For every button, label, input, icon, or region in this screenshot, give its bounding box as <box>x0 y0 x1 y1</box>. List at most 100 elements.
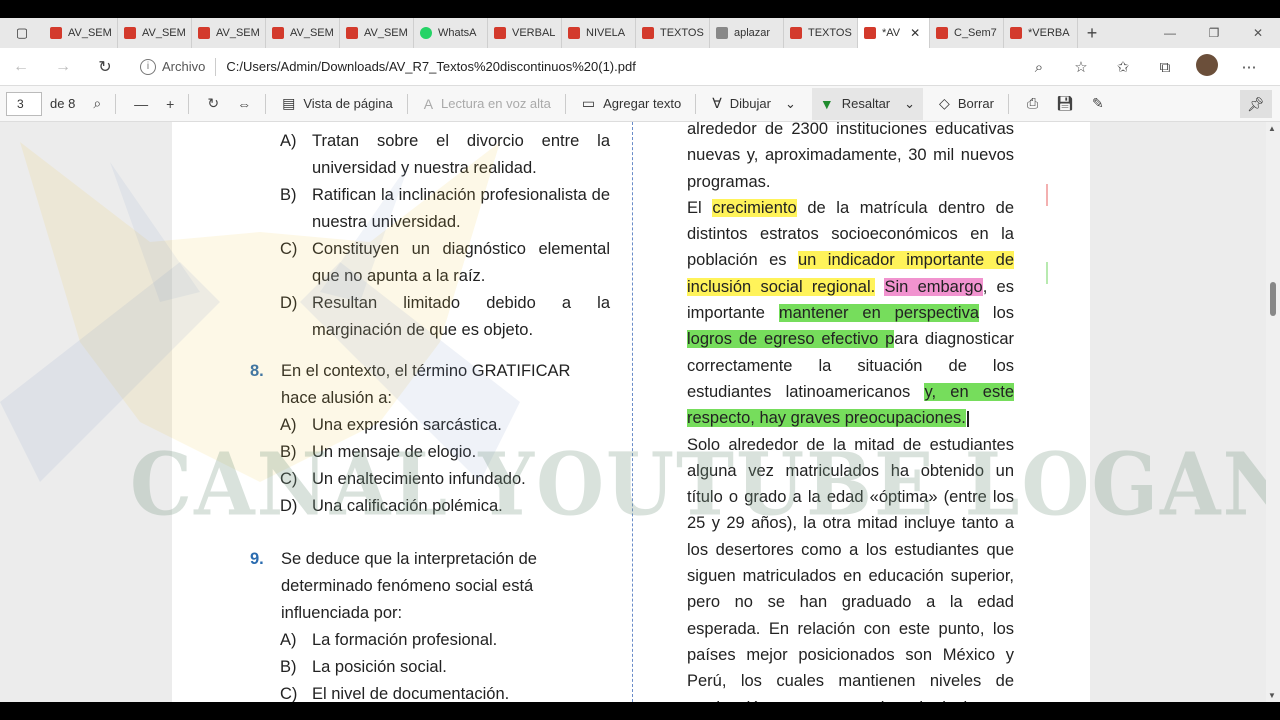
window-controls: — ❐ ✕ <box>1148 18 1280 48</box>
add-favorite-icon[interactable]: ☆ <box>1060 58 1102 76</box>
back-icon[interactable]: ← <box>0 58 42 76</box>
option-key: B) <box>280 443 297 461</box>
option-key: B) <box>280 186 297 204</box>
close-tab-icon[interactable]: ✕ <box>910 26 920 40</box>
tab-label: NIVELA <box>586 27 626 39</box>
chevron-down-icon[interactable]: ⌄ <box>904 96 915 112</box>
print-icon[interactable]: ⎙ <box>1027 95 1038 112</box>
highlight-yellow[interactable]: crecimiento <box>712 198 797 217</box>
browser-tab[interactable]: TEXTOS <box>636 18 710 48</box>
new-tab-button[interactable]: + <box>1078 23 1106 44</box>
tab-label: VERBAL <box>512 27 556 39</box>
option-text: Tratan sobre el divorcio entre la univer… <box>312 132 610 177</box>
tab-label: AV_SEM <box>68 27 112 39</box>
annotation-mark <box>1046 262 1048 284</box>
text-cursor <box>966 410 969 427</box>
page-number-input[interactable]: 3 <box>6 91 42 116</box>
whatsapp-icon <box>420 27 432 39</box>
option-text: La posición social. <box>312 658 447 676</box>
option-key: C) <box>280 470 298 488</box>
browser-tab[interactable]: VERBAL <box>488 18 562 48</box>
highlighted-paragraph: El crecimiento de la matrícula dentro de… <box>687 198 1015 428</box>
address-bar: ← → ↻ i Archivo C:/Users/Admin/Downloads… <box>0 48 1280 86</box>
tab-label: *VERBA <box>1028 27 1070 39</box>
browser-tab[interactable]: AV_SEM <box>340 18 414 48</box>
restore-icon[interactable]: ❐ <box>1192 18 1236 48</box>
toolbar-divider <box>188 93 190 114</box>
toolbar-divider <box>564 93 566 114</box>
pdf-icon <box>494 27 506 39</box>
forward-icon[interactable]: → <box>42 58 84 76</box>
pdf-icon <box>124 27 136 39</box>
browser-tab[interactable]: AV_SEM <box>192 18 266 48</box>
scroll-up-icon[interactable]: ▲ <box>1268 124 1276 133</box>
read-aloud-icon: A <box>423 95 434 112</box>
zoom-icon[interactable]: ⌕ <box>1018 59 1060 76</box>
profile-avatar[interactable] <box>1186 54 1228 80</box>
pin-toolbar-icon[interactable]: 📌︎ <box>1240 89 1272 118</box>
tab-label: WhatsA <box>438 27 477 39</box>
answer-option: B) La posición social. <box>250 654 610 681</box>
pdf-viewport: A) Tratan sobre el divorcio entre la univ… <box>0 122 1280 702</box>
close-window-icon[interactable]: ✕ <box>1236 18 1280 48</box>
draw-button[interactable]: ∀ Dibujar ⌄ <box>712 95 796 112</box>
erase-button[interactable]: ◇ Borrar <box>939 95 994 112</box>
minimize-icon[interactable]: — <box>1148 18 1192 48</box>
pdf-icon <box>346 27 358 39</box>
page-view-button[interactable]: ▤ Vista de página <box>282 95 393 112</box>
scroll-down-icon[interactable]: ▼ <box>1268 691 1276 700</box>
save-as-icon[interactable]: ✎ <box>1092 95 1104 112</box>
browser-tab[interactable]: *VERBA <box>1004 18 1078 48</box>
browser-tab[interactable]: C_Sem7 <box>930 18 1004 48</box>
tab-label: *AV <box>882 27 901 39</box>
answer-option: D) Resultan limitado debido a la marginac… <box>250 290 610 344</box>
search-icon[interactable]: ⌕ <box>93 95 101 112</box>
zoom-in-icon[interactable]: + <box>166 96 174 112</box>
read-aloud-button[interactable]: A Lectura en voz alta <box>424 96 551 112</box>
right-column: alrededor de 2300 instituciones educativ… <box>687 122 1014 702</box>
draw-icon: ∀ <box>712 95 722 111</box>
answer-option: C) Constituyen un diagnóstico elemental q… <box>250 236 610 290</box>
browser-tab[interactable]: AV_SEM <box>266 18 340 48</box>
add-text-icon: ▭ <box>581 95 596 111</box>
browser-tab[interactable]: AV_SEM <box>118 18 192 48</box>
highlight-button[interactable]: ▼ Resaltar ⌄ <box>811 87 924 120</box>
zoom-out-icon[interactable]: — <box>134 96 148 112</box>
pdf-icon <box>936 27 948 39</box>
option-text: Resultan limitado debido a la marginació… <box>312 294 610 339</box>
vertical-scrollbar[interactable]: ▲ ▼ <box>1266 122 1280 702</box>
rotate-icon[interactable]: ↻ <box>207 95 219 112</box>
browser-tab[interactable]: AV_SEM <box>44 18 118 48</box>
browser-tab[interactable]: *AV ✕ <box>858 18 930 48</box>
pdf-icon <box>198 27 210 39</box>
answer-option: C) Un enaltecimiento infundado. <box>250 466 610 493</box>
tab-actions-icon[interactable]: ▢ <box>0 18 44 48</box>
collections-icon[interactable]: ⧉ <box>1144 59 1186 76</box>
toolbar-divider <box>695 93 697 114</box>
add-text-button[interactable]: ▭ Agregar texto <box>582 95 681 112</box>
reload-icon[interactable]: ↻ <box>84 57 126 77</box>
favorites-icon[interactable]: ✩ <box>1102 58 1144 76</box>
scroll-thumb[interactable] <box>1270 282 1276 316</box>
chevron-down-icon[interactable]: ⌄ <box>785 96 796 112</box>
browser-tab[interactable]: WhatsA <box>414 18 488 48</box>
option-text: El nivel de documentación. <box>312 685 510 702</box>
fit-width-icon[interactable]: ⇔ <box>237 96 251 112</box>
pdf-toolbar: 3 de 8 ⌕ — + ↻ ⇔ ▤ Vista de página A Lectu… <box>0 86 1280 122</box>
address-divider <box>215 57 217 76</box>
browser-tab[interactable]: NIVELA <box>562 18 636 48</box>
info-icon[interactable]: i <box>140 58 156 75</box>
option-text: Ratifican la inclinación profesionalista… <box>312 186 610 231</box>
highlight-green[interactable]: mantener en perspectiva <box>778 304 980 323</box>
pdf-icon <box>568 27 580 39</box>
tab-label: aplazar <box>734 27 771 39</box>
highlight-green[interactable]: logros de egreso efectivo p <box>687 330 895 349</box>
page-total: de 8 <box>50 96 76 111</box>
browser-tab[interactable]: aplazar <box>710 18 784 48</box>
option-text: Una calificación polémica. <box>312 497 503 515</box>
more-menu-icon[interactable]: ⋯ <box>1228 58 1270 76</box>
highlight-pink[interactable]: Sin embargo <box>884 277 983 296</box>
save-icon[interactable]: 💾︎ <box>1056 95 1074 112</box>
browser-tab[interactable]: TEXTOS <box>784 18 858 48</box>
url-field[interactable]: C:/Users/Admin/Downloads/AV_R7_Textos%20… <box>226 59 635 74</box>
